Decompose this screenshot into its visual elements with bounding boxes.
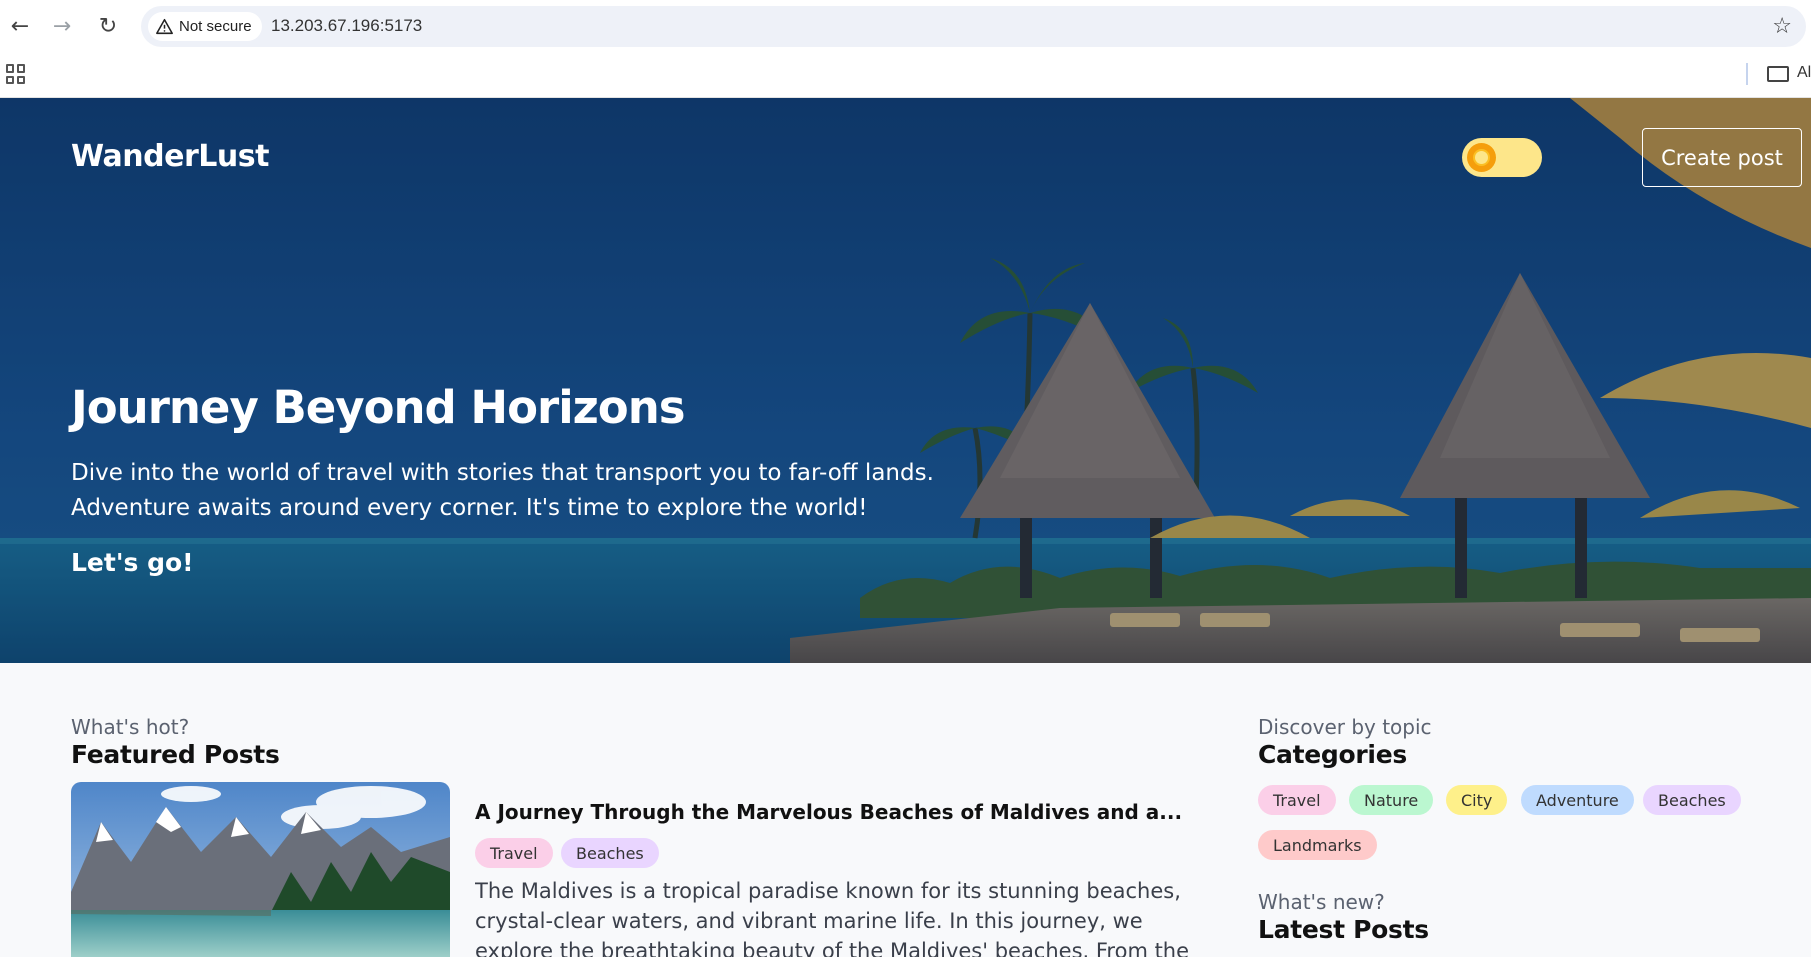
latest-subtitle: What's new? <box>1258 890 1385 914</box>
categories-title: Categories <box>1258 740 1407 769</box>
hero-title: Journey Beyond Horizons <box>71 381 686 434</box>
featured-title: Featured Posts <box>71 740 280 769</box>
theme-toggle[interactable] <box>1462 138 1542 177</box>
post-tag-travel[interactable]: Travel <box>475 838 553 868</box>
security-label: Not secure <box>179 18 252 35</box>
category-nature[interactable]: Nature <box>1349 785 1434 815</box>
url-text[interactable]: 13.203.67.196:5173 <box>271 16 422 36</box>
mountain-lake-image <box>71 782 450 957</box>
security-chip[interactable]: Not secure <box>148 12 262 41</box>
hero-description: Dive into the world of travel with stori… <box>71 460 934 521</box>
category-travel[interactable]: Travel <box>1258 785 1336 815</box>
create-post-button[interactable]: Create post <box>1642 128 1802 187</box>
lets-go-link[interactable]: Let's go! <box>71 548 194 577</box>
all-bookmarks-label[interactable]: Al <box>1797 64 1811 82</box>
warning-icon <box>156 18 173 35</box>
bookmarks-bar: Al <box>0 52 1811 98</box>
reload-icon[interactable]: ↻ <box>92 10 124 42</box>
category-landmarks[interactable]: Landmarks <box>1258 830 1377 860</box>
bookmarks-divider <box>1746 63 1748 85</box>
folder-icon[interactable] <box>1767 66 1789 82</box>
bookmark-star-icon[interactable]: ☆ <box>1772 14 1792 39</box>
category-city[interactable]: City <box>1446 785 1508 815</box>
address-bar[interactable]: Not secure 13.203.67.196:5173 ☆ <box>141 6 1806 47</box>
featured-subtitle: What's hot? <box>71 715 190 739</box>
category-adventure[interactable]: Adventure <box>1521 785 1634 815</box>
sun-icon <box>1467 143 1496 172</box>
latest-title: Latest Posts <box>1258 915 1429 944</box>
featured-post-image[interactable] <box>71 782 450 957</box>
forward-arrow-icon[interactable]: → <box>46 10 78 42</box>
categories-subtitle: Discover by topic <box>1258 715 1432 739</box>
back-arrow-icon[interactable]: ← <box>4 10 36 42</box>
browser-toolbar: ← → ↻ Not secure 13.203.67.196:5173 ☆ <box>0 0 1811 52</box>
category-beaches[interactable]: Beaches <box>1643 785 1741 815</box>
featured-post-excerpt: The Maldives is a tropical paradise know… <box>475 879 1190 957</box>
post-tag-beaches[interactable]: Beaches <box>561 838 659 868</box>
hero-banner: WanderLust Create post Journey Beyond Ho… <box>0 98 1811 663</box>
apps-grid-icon[interactable] <box>6 64 26 84</box>
brand-logo[interactable]: WanderLust <box>71 139 269 174</box>
featured-post-title[interactable]: A Journey Through the Marvelous Beaches … <box>475 800 1182 824</box>
